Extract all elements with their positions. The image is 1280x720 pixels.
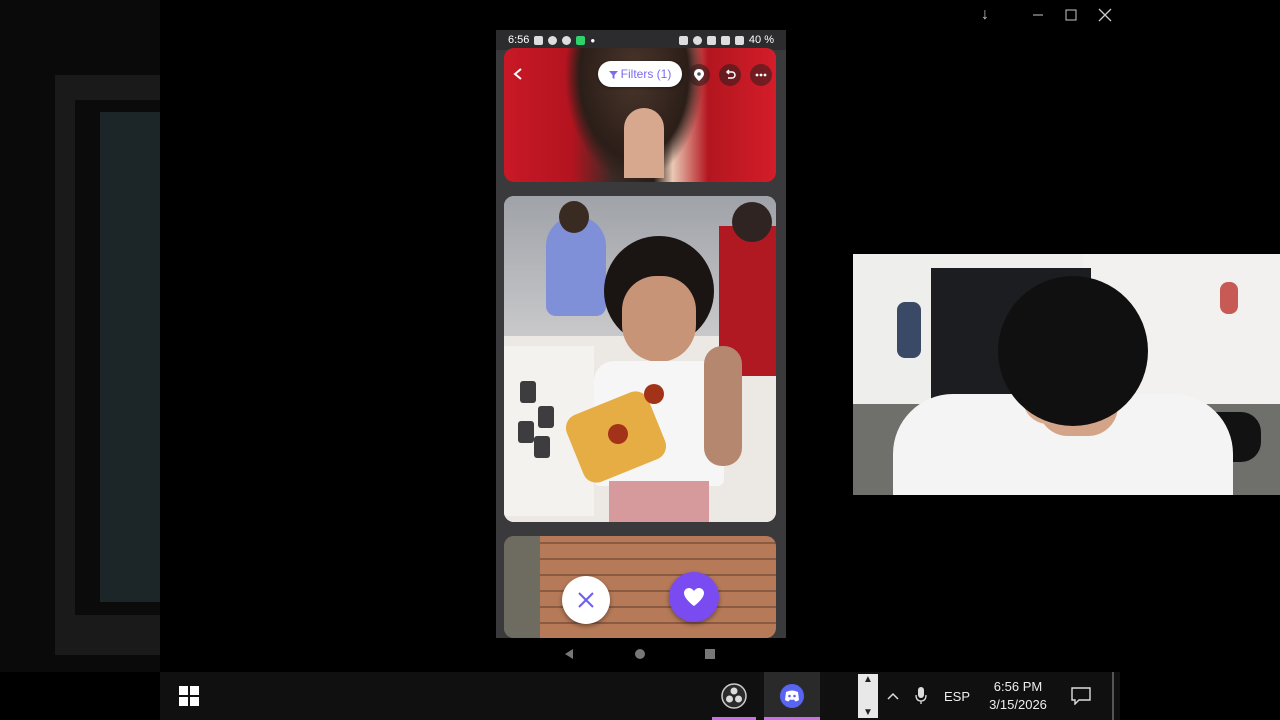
photo-face (622, 276, 696, 362)
home-circle-icon (635, 649, 645, 659)
cast-icon (678, 35, 688, 45)
minimize-icon (1033, 14, 1043, 16)
microphone-button[interactable] (910, 672, 932, 720)
status-right: 40 % (678, 34, 774, 46)
wifi-icon (706, 35, 716, 45)
webcam-overlay (853, 254, 1280, 495)
notification-center-icon (1071, 687, 1091, 705)
clock-date: 3/15/2026 (989, 697, 1047, 712)
show-hidden-icons-button[interactable] (884, 672, 902, 720)
photo-glass (518, 421, 534, 443)
android-back-button[interactable] (563, 648, 575, 660)
photo-glass (538, 406, 554, 428)
android-recents-button[interactable] (704, 648, 716, 660)
windows-logo-icon (179, 686, 199, 706)
webcam-wall-decoration (1220, 282, 1238, 314)
status-time: 6:56 (508, 34, 530, 46)
notification-icon (534, 35, 544, 45)
profile-photo-2[interactable] (504, 196, 776, 522)
taskbar (160, 672, 1120, 720)
microphone-icon (915, 687, 927, 704)
phone-screen: 6:56 ● 40 % Filters (1) (496, 30, 786, 638)
discord-icon (780, 684, 804, 708)
messenger-icon (548, 35, 558, 45)
undo-icon (725, 69, 736, 79)
vibrate-icon (692, 35, 702, 45)
webcam-hair (998, 276, 1148, 426)
photo-glass (520, 381, 536, 403)
dot-icon: ● (590, 35, 596, 45)
maximize-button[interactable] (1060, 4, 1082, 26)
location-button[interactable] (688, 64, 710, 86)
more-icon (755, 73, 767, 77)
chevron-left-icon (513, 68, 522, 80)
heart-icon (684, 588, 704, 606)
language-indicator[interactable]: ESP (940, 672, 974, 720)
profile-photo-3[interactable] (504, 536, 776, 638)
back-button[interactable] (506, 62, 530, 86)
photo-pepperoni (644, 384, 664, 404)
android-home-button[interactable] (634, 648, 646, 660)
chevron-down-icon: ▼ (863, 707, 873, 718)
back-triangle-icon (565, 649, 573, 659)
photo-door (504, 536, 540, 638)
background-window (100, 112, 160, 602)
signal-icon (720, 35, 730, 45)
show-desktop-divider[interactable] (1112, 672, 1114, 720)
language-label: ESP (943, 688, 970, 704)
notifications-button[interactable] (1066, 672, 1096, 720)
status-left: 6:56 ● (508, 34, 595, 46)
location-pin-icon (694, 69, 704, 81)
tray-scrollbar[interactable]: ▲ ▼ (858, 674, 878, 718)
obs-icon (721, 683, 747, 709)
photo-head-red (732, 202, 772, 242)
download-arrow-glyph: ↓ (981, 6, 989, 23)
clock[interactable]: 6:56 PM 3/15/2026 (978, 672, 1058, 720)
webcam-bottle (897, 302, 921, 358)
status-bar: 6:56 ● 40 % (496, 30, 786, 50)
battery-percent: 40 % (748, 34, 774, 46)
dislike-button[interactable] (562, 576, 610, 624)
maximize-icon (1065, 9, 1077, 21)
minimize-button[interactable] (1027, 4, 1049, 26)
photo-skirt (609, 481, 709, 522)
whatsapp-icon (562, 35, 572, 45)
photo-head-blue (559, 201, 589, 233)
filters-button[interactable]: Filters (1) (598, 61, 682, 87)
battery-icon (734, 35, 744, 45)
photo-arm (704, 346, 742, 466)
obs-taskbar-button[interactable] (712, 672, 756, 720)
filter-icon (608, 70, 618, 79)
close-button[interactable] (1094, 4, 1116, 26)
start-button[interactable] (172, 672, 206, 720)
recents-square-icon (705, 649, 715, 659)
download-arrow-icon: ↓ (974, 4, 996, 26)
undo-button[interactable] (719, 64, 741, 86)
filters-label: Filters (1) (620, 67, 672, 81)
photo-skin (624, 108, 664, 178)
photo-pepperoni (608, 424, 628, 444)
chevron-up-icon: ▲ (863, 674, 873, 685)
photo-glass (534, 436, 550, 458)
like-button[interactable] (669, 572, 719, 622)
more-button[interactable] (750, 64, 772, 86)
close-icon (578, 592, 594, 608)
discord-taskbar-button[interactable] (764, 672, 820, 720)
chevron-up-icon (887, 692, 899, 700)
close-icon (1098, 8, 1112, 22)
clock-time: 6:56 PM (993, 679, 1043, 694)
app-notification-icon (576, 35, 586, 45)
